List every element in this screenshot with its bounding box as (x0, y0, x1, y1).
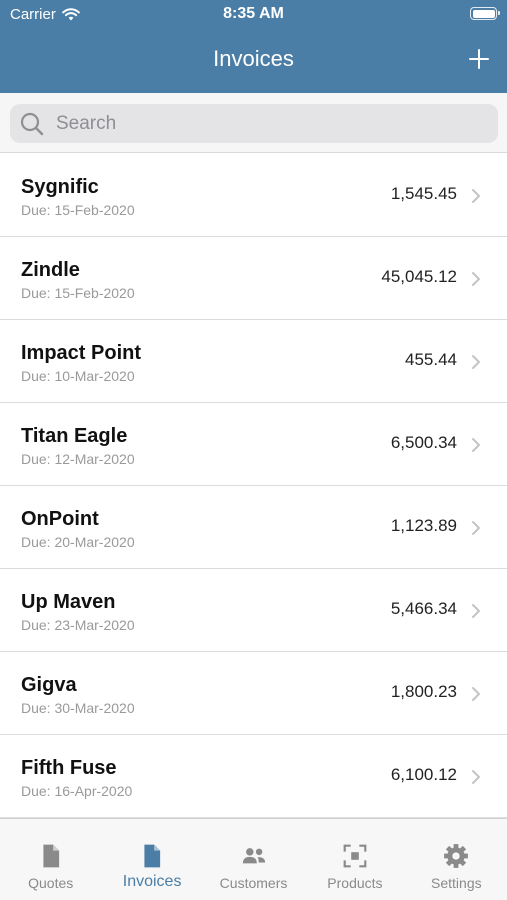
battery-icon (470, 7, 500, 20)
invoice-amount: 45,045.12 (381, 267, 457, 286)
tab-quotes[interactable]: Quotes (0, 819, 101, 900)
invoice-due-date: Due: 30-Mar-2020 (21, 700, 135, 716)
tab-products[interactable]: Products (304, 819, 405, 900)
search-bar-container (0, 93, 507, 153)
chevron-right-icon (472, 189, 480, 203)
chevron-right-icon (472, 355, 480, 369)
tab-settings[interactable]: Settings (406, 819, 507, 900)
invoice-customer-name: OnPoint (21, 508, 99, 530)
invoice-row[interactable]: Titan Eagle Due: 12-Mar-2020 6,500.34 (0, 403, 507, 486)
invoice-due-date: Due: 16-Apr-2020 (21, 783, 133, 799)
tab-customers[interactable]: Customers (203, 819, 304, 900)
invoice-list: Sygnific Due: 15-Feb-2020 1,545.45 Zindl… (0, 154, 507, 818)
app-header: Carrier 8:35 AM Invoices (0, 0, 507, 93)
invoice-row[interactable]: Up Maven Due: 23-Mar-2020 5,466.34 (0, 569, 507, 652)
chevron-right-icon (472, 438, 480, 452)
invoice-due-date: Due: 10-Mar-2020 (21, 368, 135, 384)
invoice-row[interactable]: Sygnific Due: 15-Feb-2020 1,545.45 (0, 154, 507, 237)
invoice-amount: 5,466.34 (390, 599, 457, 618)
invoice-customer-name: Gigva (21, 674, 77, 696)
tab-label: Products (327, 875, 383, 891)
chevron-right-icon (472, 770, 480, 784)
chevron-right-icon (472, 687, 480, 701)
page-title: Invoices (213, 46, 294, 71)
invoice-due-date: Due: 15-Feb-2020 (21, 285, 135, 301)
tab-invoices[interactable]: Invoices (101, 819, 202, 900)
invoice-amount: 6,500.34 (390, 433, 457, 452)
invoice-due-date: Due: 12-Mar-2020 (21, 451, 135, 467)
search-icon (20, 112, 44, 135)
invoice-amount: 455.44 (405, 350, 457, 369)
invoice-customer-name: Titan Eagle (21, 425, 128, 447)
invoice-customer-name: Zindle (21, 259, 80, 281)
tab-label: Customers (219, 875, 288, 891)
invoice-customer-name: Up Maven (21, 591, 116, 613)
tab-label: Settings (431, 875, 482, 891)
add-invoice-button[interactable] (467, 47, 491, 71)
people-icon (242, 848, 265, 864)
status-time: 8:35 AM (223, 5, 284, 22)
invoice-customer-name: Fifth Fuse (21, 757, 117, 779)
chevron-right-icon (472, 521, 480, 535)
invoice-row[interactable]: Gigva Due: 30-Mar-2020 1,800.23 (0, 652, 507, 735)
invoice-amount: 1,800.23 (390, 682, 457, 701)
search-input[interactable] (56, 112, 456, 135)
tab-bar: Quotes Invoices Customers Products Setti… (0, 818, 507, 900)
invoice-customer-name: Impact Point (21, 342, 142, 364)
invoice-due-date: Due: 15-Feb-2020 (21, 202, 135, 218)
invoice-due-date: Due: 23-Mar-2020 (21, 617, 135, 633)
invoice-customer-name: Sygnific (21, 176, 99, 198)
search-bar[interactable] (10, 104, 498, 143)
tab-label: Quotes (28, 875, 74, 891)
tab-label: Invoices (122, 873, 182, 890)
invoice-row[interactable]: Impact Point Due: 10-Mar-2020 455.44 (0, 320, 507, 403)
chevron-right-icon (472, 272, 480, 286)
invoice-amount: 1,123.89 (390, 516, 457, 535)
document-icon (43, 844, 59, 868)
invoice-amount: 1,545.45 (390, 184, 457, 203)
gear-icon (444, 844, 469, 868)
invoice-due-date: Due: 20-Mar-2020 (21, 534, 135, 550)
invoice-amount: 6,100.12 (390, 765, 457, 784)
document-icon (144, 844, 161, 868)
status-bar: Carrier 8:35 AM (0, 0, 507, 28)
scan-icon (343, 844, 367, 868)
invoice-row[interactable]: Zindle Due: 15-Feb-2020 45,045.12 (0, 237, 507, 320)
chevron-right-icon (472, 604, 480, 618)
invoice-row[interactable]: OnPoint Due: 20-Mar-2020 1,123.89 (0, 486, 507, 569)
invoice-row[interactable]: Fifth Fuse Due: 16-Apr-2020 6,100.12 (0, 735, 507, 818)
